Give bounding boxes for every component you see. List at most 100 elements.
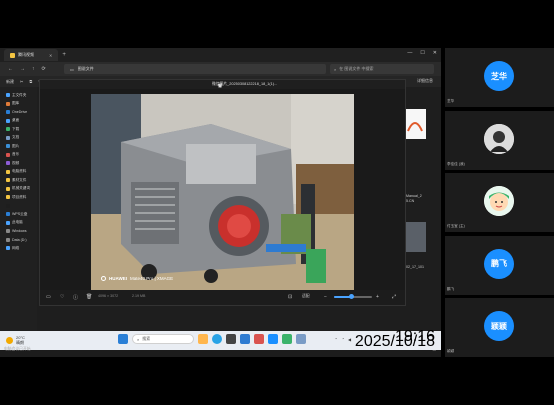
sidebar-item-icon (6, 118, 10, 123)
new-button[interactable]: 新建 (6, 79, 14, 85)
minimize-icon[interactable]: — (407, 50, 412, 56)
sidebar-item[interactable]: 桌面 (0, 117, 37, 126)
zoom-dropdown[interactable]: 适配 (302, 294, 310, 299)
start-icon[interactable] (118, 334, 128, 344)
sidebar-item-label: 下载 (12, 126, 20, 131)
file-name-line2: 5.CN (406, 199, 415, 203)
sidebar-item[interactable]: 机械关键词 (0, 185, 37, 194)
sidebar-item-icon (6, 229, 10, 234)
search-input[interactable]: ⌕ 在 图说文件 中搜索 (330, 64, 434, 74)
system-tray: ⌃ ◔ ◀ 19:16 2025/10/18 (335, 329, 435, 350)
participant-avatar (484, 186, 514, 216)
sidebar-item[interactable]: 图库 (0, 100, 37, 109)
explorer-titlebar: 腾讯视频 ✕ + — ☐ ✕ (0, 48, 441, 62)
sidebar-item[interactable]: 网络 (0, 244, 37, 253)
sidebar-item-label: 主文件夹 (12, 92, 27, 97)
close-tab-icon[interactable]: ✕ (49, 53, 52, 58)
sidebar-item[interactable]: 文档 (0, 134, 37, 143)
weather-widget[interactable]: 20°C 晴朗 (6, 335, 25, 345)
sidebar-item[interactable]: WPS云盘 (0, 210, 37, 219)
sidebar-item[interactable]: OneDrive (0, 108, 37, 117)
sidebar-item[interactable]: 下载 (0, 125, 37, 134)
address-bar[interactable]: ▭ 图说文件 (64, 64, 326, 74)
filmstrip-icon[interactable]: ▭ (46, 294, 51, 300)
favorite-icon[interactable]: ♡ (60, 294, 64, 300)
fit-screen-icon[interactable]: ⊡ (288, 294, 292, 300)
sidebar-item-icon (6, 93, 10, 98)
zoom-slider[interactable] (334, 294, 372, 299)
image-dimensions: 4096 × 3072 (98, 294, 119, 298)
sidebar-item-icon (6, 127, 10, 132)
chevron-up-icon[interactable]: ⌃ (335, 337, 338, 342)
info-icon[interactable]: ⓘ (73, 294, 78, 301)
forward-icon[interactable]: → (20, 66, 25, 72)
participant-tile[interactable]: 李佳佳 (我) (445, 110, 554, 170)
edge-icon[interactable] (212, 334, 222, 344)
photos-icon[interactable] (296, 334, 306, 344)
sidebar-item-icon (6, 246, 10, 251)
copy-icon[interactable]: ⧉ (29, 79, 32, 84)
sun-icon (6, 337, 13, 344)
avatar-cartoon (484, 186, 514, 216)
shared-screen: 腾讯视频 ✕ + — ☐ ✕ ← → ↑ ⟳ ▭ 图说文件 ⌕ 在 图说文件 中… (0, 48, 441, 357)
participant-tile[interactable]: 鹏飞 鹏飞 (445, 235, 554, 295)
sidebar-item[interactable]: Windows (0, 227, 37, 236)
zoom-out-icon[interactable]: − (324, 294, 327, 300)
maximize-icon[interactable]: ☐ (420, 50, 424, 56)
details-button[interactable]: 详细信息 (417, 78, 433, 84)
zoom-in-icon[interactable]: + (376, 294, 379, 300)
pdf-file-thumbnail[interactable] (404, 109, 426, 139)
sidebar-item[interactable]: 主文件夹 (0, 91, 37, 100)
sidebar-item[interactable] (0, 202, 37, 211)
image-file-thumbnail[interactable] (404, 222, 426, 252)
file-name: Manual_2 (406, 194, 422, 198)
delete-icon[interactable]: 🗑 (86, 294, 92, 300)
store-icon[interactable] (226, 334, 236, 344)
sidebar-item-label: 文档 (12, 135, 20, 140)
participant-tile[interactable]: 芝华 芝华 (445, 48, 554, 107)
meeting-app-icon[interactable] (268, 334, 278, 344)
sidebar-item[interactable]: 图片 (0, 142, 37, 151)
sidebar-item[interactable]: 素材文件 (0, 176, 37, 185)
taskbar-search[interactable]: ⌕ 搜索 (132, 334, 194, 344)
close-window-icon[interactable]: ✕ (433, 50, 437, 56)
sidebar-item[interactable]: 视频 (0, 159, 37, 168)
mail-icon[interactable] (240, 334, 250, 344)
sidebar-item[interactable]: 此电脑 (0, 219, 37, 228)
sidebar-item[interactable]: 音乐 (0, 151, 37, 160)
up-icon[interactable]: ↑ (32, 66, 35, 72)
wifi-icon[interactable]: ◔ (342, 337, 344, 341)
refresh-icon[interactable]: ⟳ (42, 66, 46, 72)
participant-tile[interactable]: 颖颖 颖颖 (445, 298, 554, 357)
sidebar-item-label: 图片 (12, 143, 20, 148)
printer-disassembly-photo (91, 94, 354, 290)
wechat-icon[interactable] (282, 334, 292, 344)
sidebar-item-label: 素材文件 (12, 177, 27, 182)
sidebar-item[interactable]: 电脑资料 (0, 168, 37, 177)
meeting-caption: 电脑会议已开始 (4, 347, 31, 351)
cut-icon[interactable]: ✂ (20, 79, 23, 84)
pdf-icon (404, 109, 426, 139)
meeting-window: 腾讯视频 ✕ + — ☐ ✕ ← → ↑ ⟳ ▭ 图说文件 ⌕ 在 图说文件 中… (0, 0, 554, 405)
volume-icon[interactable]: ◀ (348, 337, 351, 342)
weather-text: 晴朗 (16, 339, 24, 345)
back-icon[interactable]: ← (8, 66, 13, 72)
camera-watermark: HUAWEI Mate40 Pro | XMAGE (101, 276, 173, 281)
wps-icon[interactable] (254, 334, 264, 344)
sidebar-item[interactable]: 项目资料 (0, 193, 37, 202)
participant-tile[interactable]: 付玉宝 (主) (445, 173, 554, 232)
clock[interactable]: 19:16 2025/10/18 (355, 329, 435, 350)
file-explorer-icon[interactable] (198, 334, 208, 344)
sidebar-item-label: 项目资料 (12, 194, 27, 199)
navigation-pane: 主文件夹图库 OneDrive 桌面 下载文档图片音乐 视频 电脑资料 素材文件机械关键词项… (0, 87, 37, 342)
avatar-label: 芝华 (491, 71, 507, 81)
photo-viewer-window: ≡ ▣ ✎ ↻ 🗑 ♡ ⓘ 微信图片_20250308122218_18_1(1… (39, 79, 406, 306)
sidebar-item-icon (6, 101, 10, 106)
new-tab-icon[interactable]: + (62, 52, 66, 58)
explorer-tab[interactable]: 腾讯视频 ✕ (4, 49, 59, 61)
participant-avatar: 颖颖 (484, 311, 514, 341)
sidebar-item[interactable]: Data (D:) (0, 236, 37, 245)
fullscreen-icon[interactable]: ⤢ (392, 294, 396, 300)
sidebar-item-icon (6, 110, 10, 115)
zoom-slider-knob[interactable] (348, 294, 354, 299)
